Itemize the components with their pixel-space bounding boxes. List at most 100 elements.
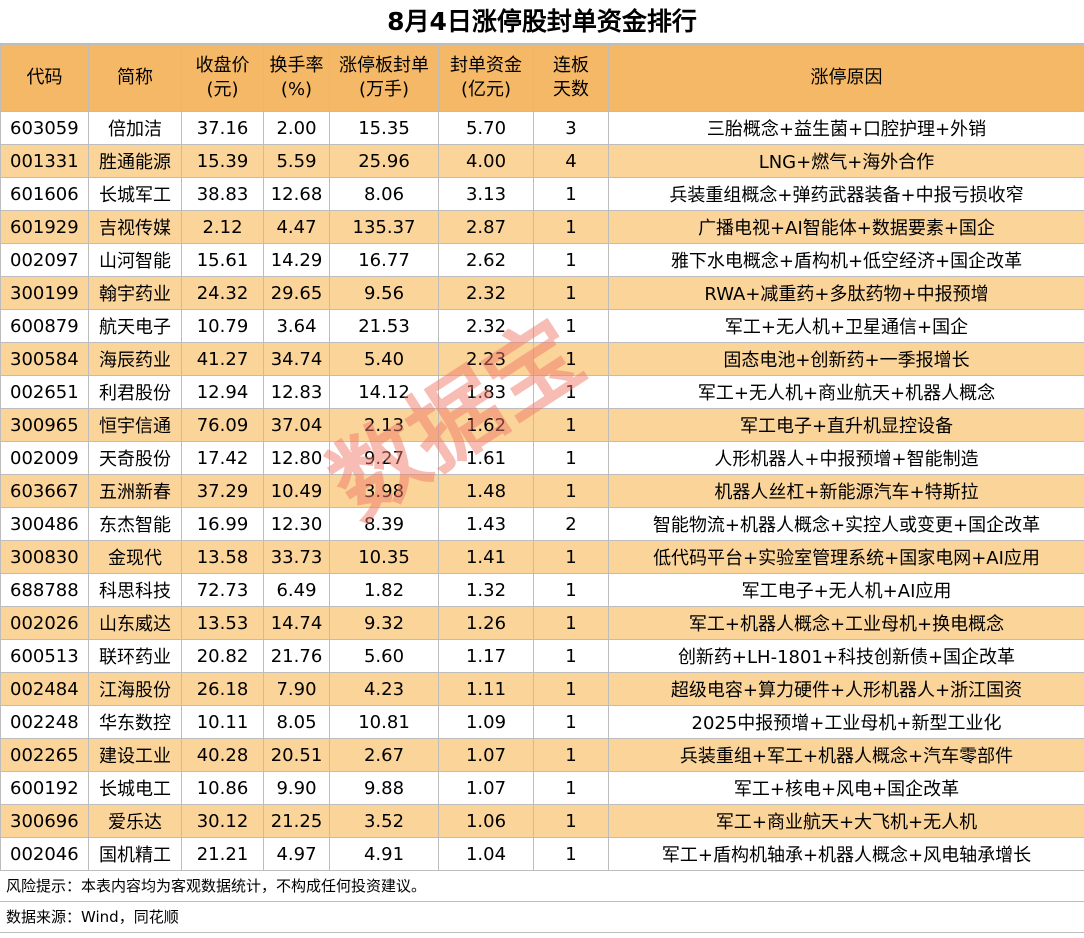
cell-days: 1 [533,474,609,508]
cell-seal: 10.81 [329,705,439,739]
cell-code: 300965 [0,408,89,442]
cell-fund: 2.62 [438,243,534,277]
cell-name: 航天电子 [88,309,182,343]
cell-name: 科思科技 [88,573,182,607]
cell-reason: 超级电容+算力硬件+人形机器人+浙江国资 [608,672,1084,706]
cell-reason: 军工+无人机+卫星通信+国企 [608,309,1084,343]
cell-reason: 创新药+LH-1801+科技创新债+国企改革 [608,639,1084,673]
cell-code: 002026 [0,606,89,640]
table-row: 300486 东杰智能 16.99 12.30 8.39 1.43 2 智能物流+机器人概念+… [0,507,1084,541]
cell-turnover: 21.25 [263,804,330,838]
cell-close: 76.09 [181,408,264,442]
cell-turnover: 29.65 [263,276,330,310]
cell-name: 华东数控 [88,705,182,739]
cell-days: 1 [533,672,609,706]
cell-name: 长城电工 [88,771,182,805]
cell-fund: 1.09 [438,705,534,739]
cell-fund: 1.62 [438,408,534,442]
cell-days: 1 [533,309,609,343]
cell-code: 002009 [0,441,89,475]
cell-code: 002248 [0,705,89,739]
cell-name: 胜通能源 [88,144,182,178]
cell-seal: 1.82 [329,573,439,607]
header-row: 代码 简称 收盘价 (元) 换手率 (%) 涨停板封单 (万手) 封单资金 (亿元) 连… [0,44,1084,112]
cell-close: 13.53 [181,606,264,640]
cell-reason: 三胎概念+益生菌+口腔护理+外销 [608,111,1084,145]
table-row: 601929 吉视传媒 2.12 4.47 135.37 2.87 1 广播电视+AI智能体+… [0,210,1084,244]
cell-seal: 4.91 [329,837,439,871]
cell-name: 吉视传媒 [88,210,182,244]
cell-reason: 广播电视+AI智能体+数据要素+国企 [608,210,1084,244]
cell-seal: 8.39 [329,507,439,541]
table-row: 002026 山东威达 13.53 14.74 9.32 1.26 1 军工+机器人概念+工业… [0,606,1084,640]
cell-seal: 5.40 [329,342,439,376]
cell-name: 东杰智能 [88,507,182,541]
cell-seal: 25.96 [329,144,439,178]
cell-fund: 1.32 [438,573,534,607]
header-turnover: 换手率 (%) [263,44,330,112]
cell-seal: 9.32 [329,606,439,640]
table-row: 600879 航天电子 10.79 3.64 21.53 2.32 1 军工+无人机+卫星通信… [0,309,1084,343]
cell-fund: 3.13 [438,177,534,211]
cell-seal: 10.35 [329,540,439,574]
header-close: 收盘价 (元) [181,44,264,112]
cell-fund: 1.61 [438,441,534,475]
cell-turnover: 12.80 [263,441,330,475]
cell-days: 1 [533,573,609,607]
cell-fund: 1.11 [438,672,534,706]
header-name: 简称 [88,44,182,112]
cell-code: 002046 [0,837,89,871]
cell-close: 10.79 [181,309,264,343]
cell-turnover: 33.73 [263,540,330,574]
cell-close: 24.32 [181,276,264,310]
table-row: 300584 海辰药业 41.27 34.74 5.40 2.23 1 固态电池+创新药+一季… [0,342,1084,376]
cell-days: 2 [533,507,609,541]
cell-code: 002265 [0,738,89,772]
cell-seal: 2.13 [329,408,439,442]
table-row: 002651 利君股份 12.94 12.83 14.12 1.83 1 军工+无人机+商业航… [0,375,1084,409]
header-days: 连板 天数 [533,44,609,112]
cell-seal: 5.60 [329,639,439,673]
cell-days: 1 [533,804,609,838]
cell-fund: 1.04 [438,837,534,871]
cell-code: 603667 [0,474,89,508]
cell-reason: 军工+无人机+商业航天+机器人概念 [608,375,1084,409]
cell-days: 3 [533,111,609,145]
table-row: 002265 建设工业 40.28 20.51 2.67 1.07 1 兵装重组+军工+机器人… [0,738,1084,772]
header-code: 代码 [0,44,89,112]
cell-reason: LNG+燃气+海外合作 [608,144,1084,178]
cell-days: 1 [533,441,609,475]
cell-name: 天奇股份 [88,441,182,475]
cell-close: 41.27 [181,342,264,376]
cell-days: 1 [533,243,609,277]
cell-turnover: 4.47 [263,210,330,244]
cell-turnover: 14.29 [263,243,330,277]
cell-turnover: 12.83 [263,375,330,409]
cell-fund: 1.41 [438,540,534,574]
cell-reason: 军工+盾构机轴承+机器人概念+风电轴承增长 [608,837,1084,871]
table-row: 300199 翰宇药业 24.32 29.65 9.56 2.32 1 RWA+减重药+多肽药… [0,276,1084,310]
risk-note: 风险提示：本表内容均为客观数据统计，不构成任何投资建议。 [0,871,1084,902]
cell-close: 72.73 [181,573,264,607]
cell-fund: 1.48 [438,474,534,508]
cell-turnover: 14.74 [263,606,330,640]
cell-days: 1 [533,837,609,871]
table-row: 001331 胜通能源 15.39 5.59 25.96 4.00 4 LNG+燃气+海外合作 [0,144,1084,178]
cell-close: 2.12 [181,210,264,244]
cell-days: 1 [533,606,609,640]
table-row: 600192 长城电工 10.86 9.90 9.88 1.07 1 军工+核电+风电+国企改… [0,771,1084,805]
cell-fund: 2.32 [438,309,534,343]
cell-days: 1 [533,342,609,376]
cell-close: 37.16 [181,111,264,145]
cell-name: 海辰药业 [88,342,182,376]
cell-close: 13.58 [181,540,264,574]
cell-close: 30.12 [181,804,264,838]
cell-seal: 16.77 [329,243,439,277]
cell-days: 1 [533,177,609,211]
cell-name: 长城军工 [88,177,182,211]
cell-reason: RWA+减重药+多肽药物+中报预增 [608,276,1084,310]
cell-fund: 2.32 [438,276,534,310]
table-row: 603059 倍加洁 37.16 2.00 15.35 5.70 3 三胎概念+益生菌+口腔护… [0,111,1084,145]
cell-code: 300486 [0,507,89,541]
cell-turnover: 21.76 [263,639,330,673]
